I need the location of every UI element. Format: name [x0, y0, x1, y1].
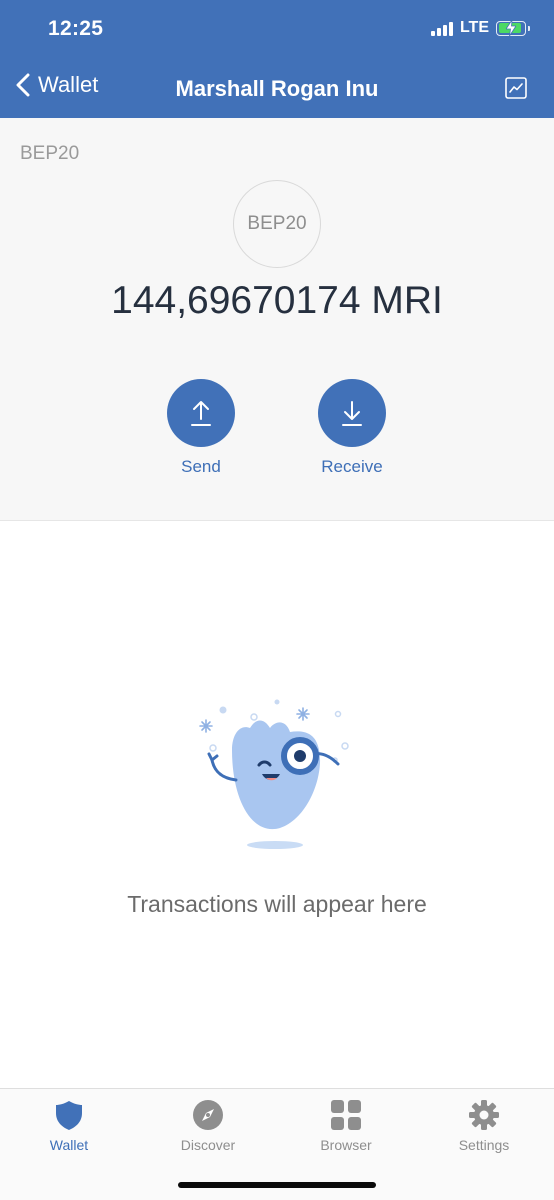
compass-icon — [193, 1100, 223, 1130]
shield-icon — [56, 1101, 82, 1130]
token-summary-card: BEP20 BEP20 144,69670174 MRI Send Receiv… — [0, 118, 554, 521]
navigation-bar: Wallet Marshall Rogan Inu — [0, 60, 554, 118]
tab-label: Browser — [320, 1137, 372, 1153]
empty-state-message: Transactions will appear here — [127, 891, 427, 917]
receive-button[interactable]: Receive — [307, 379, 397, 477]
price-chart-icon[interactable] — [504, 76, 528, 100]
battery-icon — [496, 19, 530, 36]
tab-discover[interactable]: Discover — [158, 1099, 258, 1153]
tab-label: Settings — [458, 1137, 510, 1153]
tab-label: Discover — [180, 1137, 236, 1153]
upload-arrow-icon — [191, 401, 211, 426]
tab-wallet[interactable]: Wallet — [19, 1099, 119, 1153]
tab-label: Wallet — [49, 1137, 89, 1153]
download-arrow-icon — [342, 401, 362, 426]
receive-circle[interactable] — [318, 379, 386, 447]
status-indicators: LTE — [430, 19, 530, 37]
network-label: BEP20 — [20, 143, 80, 164]
network-type: LTE — [459, 19, 489, 36]
token-balance: 144,69670174 MRI — [111, 279, 443, 322]
status-time: 12:25 — [48, 17, 104, 40]
token-icon: BEP20 — [233, 180, 321, 268]
signal-icon — [430, 20, 453, 36]
home-indicator — [178, 1182, 376, 1188]
tab-browser[interactable]: Browser — [296, 1099, 396, 1153]
empty-transactions-illustration — [199, 699, 349, 849]
status-bar: 12:25 LTE — [0, 0, 554, 60]
send-button[interactable]: Send — [156, 379, 246, 477]
send-label: Send — [181, 457, 221, 476]
receive-label: Receive — [321, 457, 383, 476]
grid-icon — [331, 1100, 361, 1130]
token-icon-text: BEP20 — [247, 213, 307, 234]
page-title: Marshall Rogan Inu — [175, 76, 379, 101]
tab-settings[interactable]: Settings — [434, 1099, 534, 1153]
send-circle[interactable] — [167, 379, 235, 447]
top-header: 12:25 LTE Wallet Marshall Rogan Inu — [0, 0, 554, 118]
gear-icon — [469, 1100, 499, 1130]
